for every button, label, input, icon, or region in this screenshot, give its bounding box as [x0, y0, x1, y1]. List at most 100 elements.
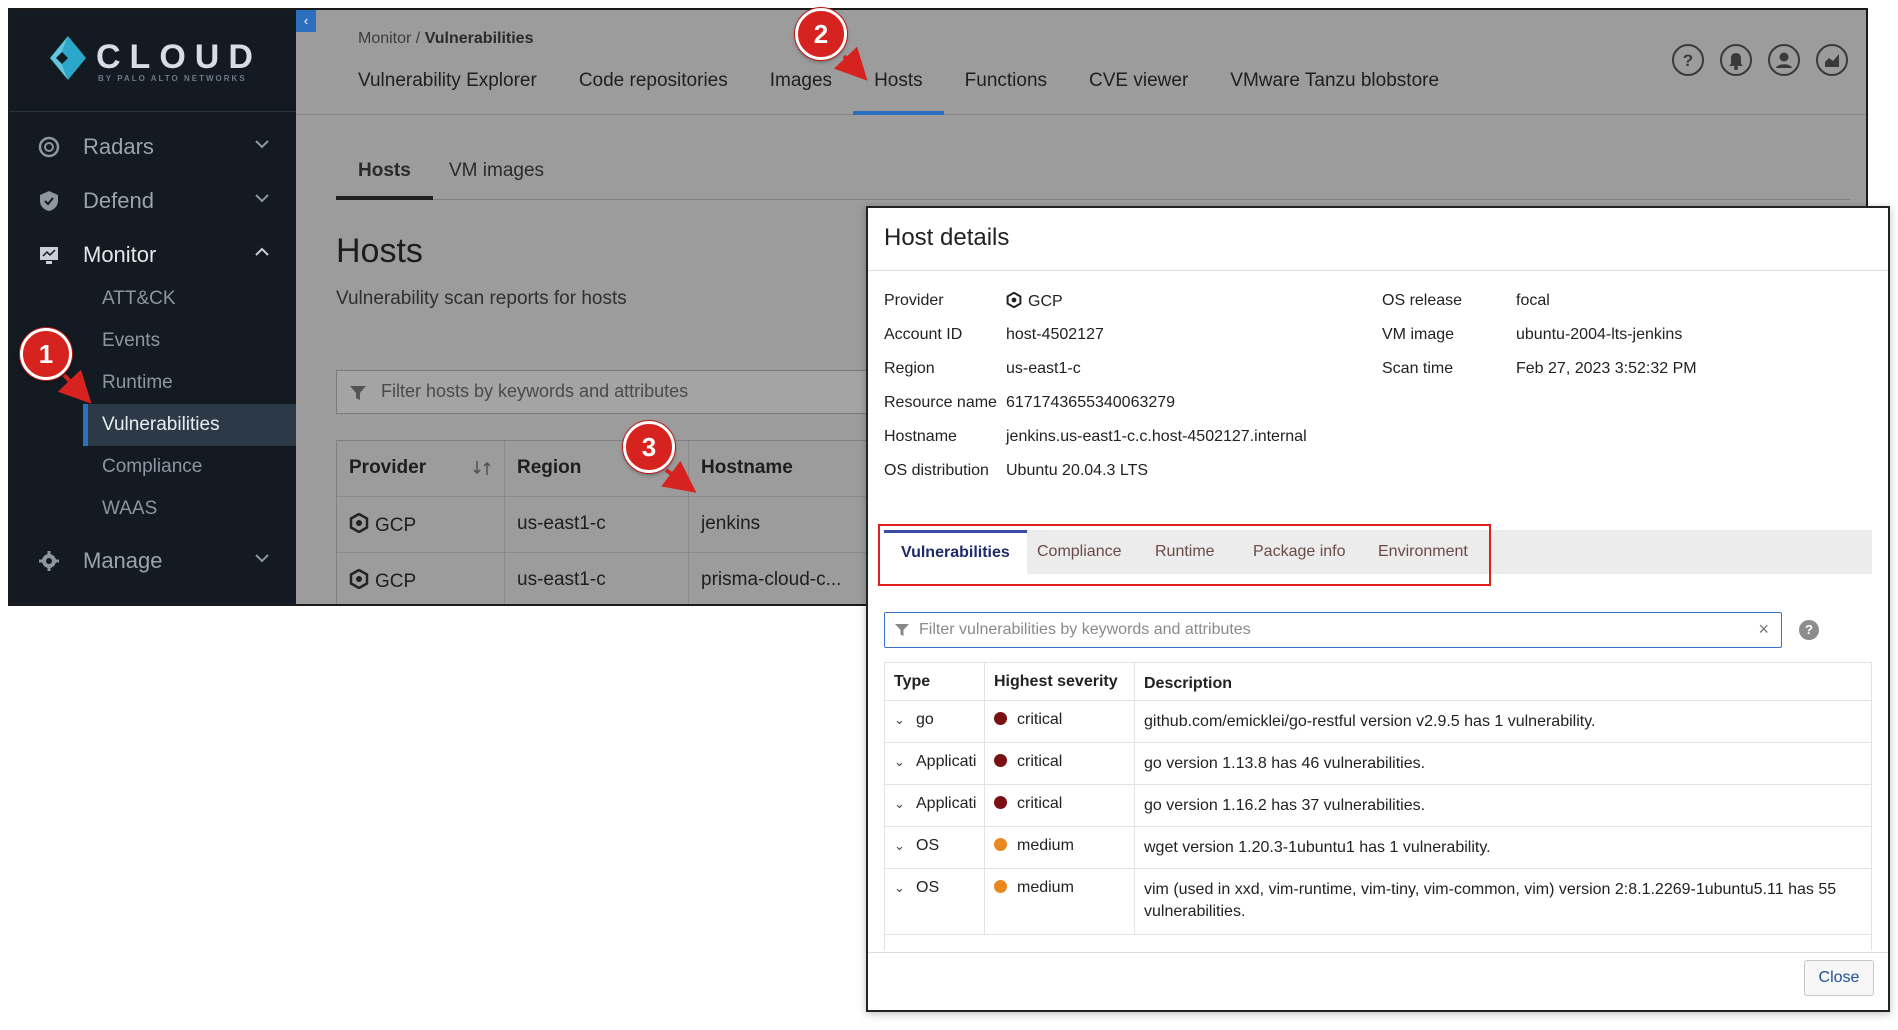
sidebar: CLOUD BY PALO ALTO NETWORKS Radars Defen…: [10, 10, 296, 604]
severity-value: critical: [1017, 711, 1063, 728]
sidebar-item-monitor[interactable]: Monitor: [10, 230, 296, 282]
description-cell: wget version 1.20.3-1ubuntu1 has 1 vulne…: [1144, 839, 1491, 856]
column-header-type[interactable]: Type: [885, 663, 985, 700]
host-details-modal: Host details Provider GCP Account ID hos…: [866, 206, 1890, 1012]
tab-images[interactable]: Images: [770, 70, 832, 115]
sidebar-subitem-compliance[interactable]: Compliance: [83, 446, 296, 488]
sidebar-item-manage[interactable]: Manage: [10, 536, 296, 588]
help-icon[interactable]: ?: [1672, 44, 1704, 76]
clear-filter-button[interactable]: ×: [1758, 619, 1769, 640]
severity-critical-dot-icon: [994, 712, 1007, 725]
description-cell: go version 1.16.2 has 37 vulnerabilities…: [1144, 797, 1426, 814]
vulnerabilities-filter-input[interactable]: Filter vulnerabilities by keywords and a…: [884, 612, 1782, 648]
hosts-subtabs: Hosts VM images: [336, 150, 1850, 200]
radar-icon: [38, 136, 60, 158]
tab-functions[interactable]: Functions: [965, 70, 1047, 115]
table-row[interactable]: ⌄ Applicati critical go version 1.13.8 ha…: [885, 743, 1871, 785]
table-header-row: Provider Region Hostname: [337, 441, 897, 497]
sidebar-subitem-vulnerabilities[interactable]: Vulnerabilities: [83, 404, 296, 446]
table-row[interactable]: ⌄ OS medium vim (used in xxd, vim-runtime…: [885, 869, 1871, 935]
breadcrumb-parent[interactable]: Monitor: [358, 30, 411, 47]
sidebar-item-label: Monitor: [83, 242, 157, 267]
type-cell: ⌄ go: [885, 701, 985, 742]
breadcrumb-separator: /: [411, 30, 425, 47]
field-value-os-release: focal: [1516, 292, 1550, 309]
sidebar-item-defend[interactable]: Defend: [10, 176, 296, 228]
page-title: Hosts: [336, 232, 423, 270]
sidebar-subitem-events[interactable]: Events: [83, 320, 296, 362]
user-icon[interactable]: [1768, 44, 1800, 76]
description-cell: vim (used in xxd, vim-runtime, vim-tiny,…: [1144, 881, 1837, 920]
callout-1: 1: [20, 328, 72, 380]
hosts-table: Provider Region Hostname GCP us-east1-c …: [336, 440, 897, 604]
subtab-vm-images[interactable]: VM images: [449, 160, 544, 200]
description-cell: github.com/emicklei/go-restful version v…: [1144, 713, 1596, 730]
logo-subtitle: BY PALO ALTO NETWORKS: [98, 74, 247, 83]
close-button[interactable]: Close: [1804, 960, 1874, 996]
tab-cve-viewer[interactable]: CVE viewer: [1089, 70, 1188, 115]
chart-icon[interactable]: [1816, 44, 1848, 76]
shield-icon: [40, 191, 58, 211]
severity-medium-dot-icon: [994, 880, 1007, 893]
hosts-filter-input[interactable]: Filter hosts by keywords and attributes: [336, 370, 896, 414]
type-value: Applicati: [916, 753, 977, 770]
subtab-hosts[interactable]: Hosts: [336, 160, 433, 200]
field-value-vm-image: ubuntu-2004-lts-jenkins: [1516, 326, 1683, 343]
table-row[interactable]: ⌄ OS medium wget version 1.20.3-1ubuntu1 …: [885, 827, 1871, 869]
field-value-region: us-east1-c: [1006, 360, 1081, 377]
type-cell: ⌄ OS: [885, 827, 985, 868]
column-header-provider[interactable]: Provider: [337, 441, 505, 497]
type-value: go: [916, 711, 934, 728]
sidebar-subitem-waas[interactable]: WAAS: [83, 488, 296, 530]
severity-critical-dot-icon: [994, 796, 1007, 809]
bell-icon[interactable]: [1720, 44, 1752, 76]
help-icon[interactable]: ?: [1799, 620, 1819, 640]
tab-hosts[interactable]: Hosts: [853, 70, 944, 115]
sidebar-subitem-attack[interactable]: ATT&CK: [83, 278, 296, 320]
table-row[interactable]: ⌄ go critical github.com/emicklei/go-rest…: [885, 701, 1871, 743]
provider-cell: GCP: [337, 497, 505, 553]
field-label-scan-time: Scan time: [1382, 360, 1454, 377]
field-value-os-distribution: Ubuntu 20.04.3 LTS: [1006, 462, 1149, 479]
expand-chevron-icon[interactable]: ⌄: [894, 838, 908, 854]
provider-cell: GCP: [337, 553, 505, 604]
field-value-hostname: jenkins.us-east1-c.c.host-4502127.intern…: [1006, 428, 1307, 445]
expand-chevron-icon[interactable]: ⌄: [894, 712, 908, 728]
column-header-severity[interactable]: Highest severity: [985, 663, 1135, 700]
table-row[interactable]: GCP us-east1-c jenkins: [337, 497, 897, 553]
severity-medium-dot-icon: [994, 838, 1007, 851]
severity-value: medium: [1017, 837, 1074, 854]
sidebar-item-radars[interactable]: Radars: [10, 122, 296, 174]
column-header-label: Provider: [349, 457, 427, 478]
type-cell: ⌄ Applicati: [885, 743, 985, 784]
monitor-icon: [40, 247, 58, 264]
callout-2: 2: [795, 8, 847, 60]
type-cell: ⌄ OS: [885, 869, 985, 934]
divider: [868, 270, 1888, 271]
table-row[interactable]: GCP us-east1-c prisma-cloud-c...: [337, 553, 897, 604]
modal-title: Host details: [884, 224, 1010, 251]
expand-chevron-icon[interactable]: ⌄: [894, 796, 908, 812]
expand-chevron-icon[interactable]: ⌄: [894, 754, 908, 770]
provider-value: GCP: [375, 515, 417, 536]
field-value-provider: GCP: [1006, 292, 1063, 311]
severity-cell: medium: [985, 827, 1135, 868]
severity-value: critical: [1017, 795, 1063, 812]
tab-code-repositories[interactable]: Code repositories: [579, 70, 728, 115]
sidebar-item-label: Manage: [83, 548, 163, 573]
expand-chevron-icon[interactable]: ⌄: [894, 880, 908, 896]
logo-mark-icon: [50, 36, 86, 80]
top-tabs: Vulnerability Explorer Code repositories…: [358, 70, 1439, 115]
hosts-filter-placeholder: Filter hosts by keywords and attributes: [381, 381, 689, 401]
gear-icon: [39, 551, 59, 571]
table-row[interactable]: ⌄ Applicati critical go version 1.16.2 ha…: [885, 785, 1871, 827]
tab-vulnerability-explorer[interactable]: Vulnerability Explorer: [358, 70, 537, 115]
sidebar-subitem-runtime[interactable]: Runtime: [83, 362, 296, 404]
vulnerabilities-table: Type Highest severity Description ⌄ go cr…: [884, 662, 1872, 950]
column-header-description[interactable]: Description: [1135, 663, 1871, 700]
field-label-os-release: OS release: [1382, 292, 1463, 309]
severity-cell: medium: [985, 869, 1135, 934]
callout-3: 3: [623, 421, 675, 473]
tab-vmware-tanzu-blobstore[interactable]: VMware Tanzu blobstore: [1230, 70, 1439, 115]
vulnerabilities-filter-placeholder: Filter vulnerabilities by keywords and a…: [919, 621, 1251, 638]
